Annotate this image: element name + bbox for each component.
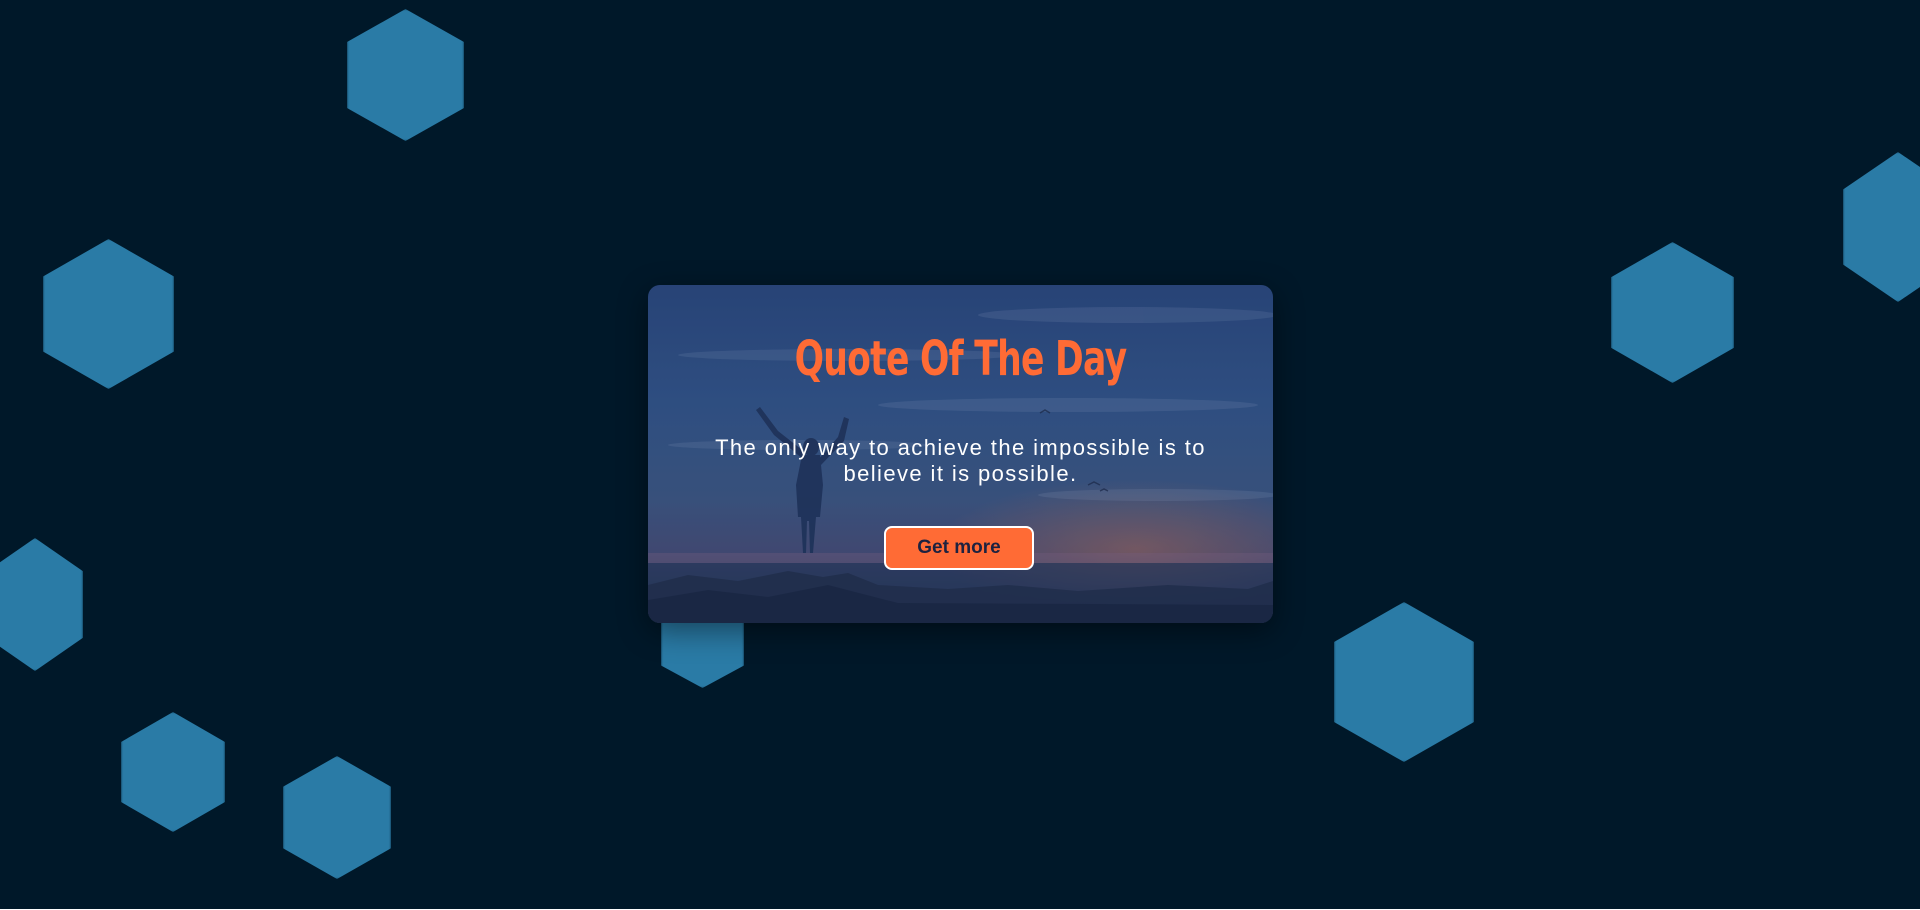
hexagon-shape [1334,602,1474,762]
hexagon-shape [1611,242,1734,383]
hexagon-shape [0,538,83,671]
card-title: Quote Of The Day [794,331,1127,387]
hexagon-shape [1843,152,1920,302]
hexagon-shape [121,712,225,832]
quote-text: The only way to achieve the impossible i… [715,435,1206,486]
hexagon-shape [43,239,174,389]
page-background: Quote Of The Day The only way to achieve… [0,0,1920,909]
get-more-button[interactable]: Get more [884,526,1034,570]
hexagon-shape [283,756,391,879]
hexagon-shape [347,9,464,141]
card-content: Quote Of The Day The only way to achieve… [648,285,1273,623]
quote-card: Quote Of The Day The only way to achieve… [648,285,1273,623]
